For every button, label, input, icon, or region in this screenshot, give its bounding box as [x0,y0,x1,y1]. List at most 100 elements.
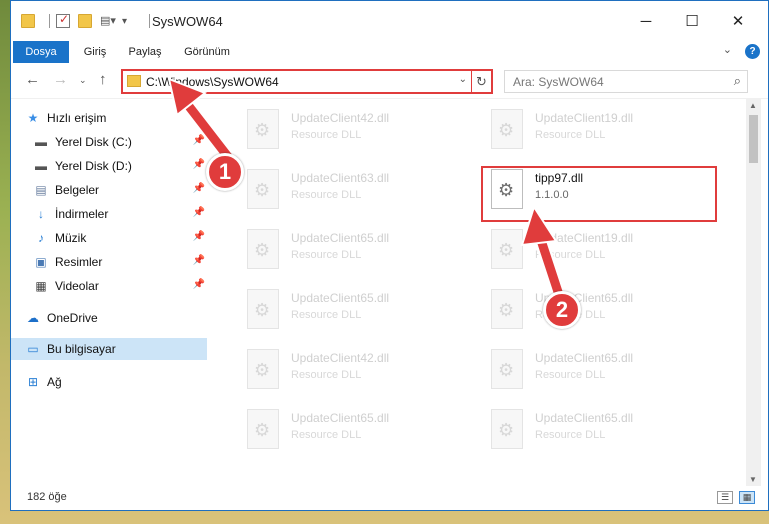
network-icon: ⊞ [27,375,39,389]
sidebar-item-label: OneDrive [47,311,98,325]
help-icon[interactable]: ? [745,44,760,59]
ribbon-tabs: Dosya Giriş Paylaş Görünüm ⌄ ? [11,41,768,63]
folder-icon [127,75,141,87]
file-description: Resource DLL [291,369,362,381]
file-item[interactable]: UpdateClient65.dll Resource DLL [221,281,451,335]
sidebar-item-label: İndirmeler [55,207,109,221]
drive-icon: ▬ [35,135,47,149]
scroll-down-icon[interactable]: ▼ [749,475,757,484]
sidebar-item-label: Resimler [55,255,103,269]
dll-file-icon [247,349,279,389]
close-button[interactable]: ✕ [715,1,761,41]
back-button[interactable]: ← [25,71,40,88]
sidebar-item-pictures[interactable]: ▣ Resimler 📌 [33,251,209,273]
sidebar-item-label: Videolar [55,279,99,293]
minimize-button[interactable]: ─ [623,1,669,41]
dll-file-icon [247,109,279,149]
tab-home[interactable]: Giriş [77,41,113,63]
quick-access-toolbar: ▤▾ ▾ [21,12,127,30]
search-input[interactable]: Ara: SysWOW64 ⌕ [504,70,748,93]
large-icons-view-icon[interactable]: ▦ [739,491,755,504]
file-name: UpdateClient65.dll [291,411,390,425]
tab-view[interactable]: Görünüm [179,41,235,63]
computer-icon: ▭ [27,342,39,356]
scroll-up-icon[interactable]: ▲ [749,101,757,110]
sidebar-item-videos[interactable]: ▦ Videolar 📌 [33,275,209,297]
sidebar-item-label: Ağ [47,375,62,389]
sidebar-item-label: Bu bilgisayar [47,342,116,356]
recent-locations-icon[interactable]: ⌄ [79,75,87,86]
file-item[interactable]: UpdateClient19.dll Resource DLL [465,101,695,155]
dll-file-icon [247,289,279,329]
file-description: Resource DLL [291,189,362,201]
dll-file-icon [247,409,279,449]
sidebar-item-label: Belgeler [55,183,100,197]
pin-icon: 📌 [192,255,205,266]
scrollbar-thumb[interactable] [749,115,758,163]
file-item[interactable]: UpdateClient19.dll Resource DLL [465,221,695,275]
file-name: UpdateClient65.dll [291,291,390,305]
sidebar-item-onedrive[interactable]: ☁ OneDrive [25,307,221,329]
drive-icon: ▬ [35,159,47,173]
file-name: UpdateClient63.dll [291,171,390,185]
music-icon: ♪ [38,231,44,245]
file-item[interactable]: UpdateClient65.dll Resource DLL [465,341,695,395]
address-row: ← → ⌄ ↑ C:\Windows\SysWOW64 ⌄ ↻ Ara: Sys… [11,63,768,99]
file-list: UpdateClient42.dll Resource DLL UpdateCl… [209,99,746,486]
dll-file-icon [491,349,523,389]
explorer-window: ▤▾ ▾ SysWOW64 ─ ☐ ✕ Dosya Giriş Paylaş G… [10,0,769,511]
dll-file-icon [491,109,523,149]
file-item[interactable]: UpdateClient63.dll Resource DLL [221,161,451,215]
file-item[interactable]: UpdateClient65.dll Resource DLL [221,401,451,455]
window-title: SysWOW64 [152,14,223,29]
refresh-button[interactable]: ↻ [471,69,491,94]
dll-file-icon [247,229,279,269]
tab-share[interactable]: Paylaş [123,41,167,63]
details-view-icon[interactable]: ☰ [717,491,733,504]
sidebar-item-downloads[interactable]: ↓ İndirmeler 📌 [33,203,209,225]
pin-icon: 📌 [192,279,205,290]
forward-button[interactable]: → [53,71,68,88]
pin-icon: 📌 [192,183,205,194]
file-description: Resource DLL [291,129,362,141]
chevron-down-icon[interactable]: ⌄ [459,74,467,85]
sidebar-item-label: Yerel Disk (D:) [55,159,132,173]
folder-icon [21,14,35,28]
file-name: UpdateClient65.dll [535,351,634,365]
file-name: UpdateClient42.dll [291,351,390,365]
star-icon: ★ [27,111,39,125]
file-description: Resource DLL [291,429,362,441]
file-description: Resource DLL [535,369,606,381]
properties-icon[interactable] [56,12,70,28]
dll-file-icon [247,169,279,209]
pictures-icon: ▣ [35,255,47,269]
toolbar-chevron-icon[interactable]: ▾ [122,16,127,27]
tab-file[interactable]: Dosya [13,41,69,63]
file-description: Resource DLL [535,429,606,441]
expand-ribbon-icon[interactable]: ⌄ [723,43,732,56]
sidebar-item-this-pc[interactable]: ▭ Bu bilgisayar [11,338,207,360]
file-item[interactable]: UpdateClient42.dll Resource DLL [221,341,451,395]
cloud-icon: ☁ [27,311,39,325]
up-button[interactable]: ↑ [99,71,107,88]
sidebar-item-music[interactable]: ♪ Müzik 📌 [33,227,209,249]
sidebar-item-network[interactable]: ⊞ Ağ [25,371,221,393]
file-name: UpdateClient19.dll [535,111,634,125]
file-description: Resource DLL [291,309,362,321]
pin-icon: 📌 [192,231,205,242]
status-bar: 182 öğe ☰ ▦ [11,486,768,510]
vertical-scrollbar[interactable]: ▲ ▼ [746,99,761,486]
file-name: UpdateClient65.dll [535,411,634,425]
file-item[interactable]: UpdateClient65.dll Resource DLL [221,221,451,275]
file-item[interactable]: UpdateClient65.dll Resource DLL [465,401,695,455]
new-folder-icon[interactable] [78,14,92,28]
maximize-button[interactable]: ☐ [669,1,715,41]
sidebar-item-label: Müzik [55,231,87,245]
step-1-badge: 1 [206,153,244,191]
file-item[interactable]: UpdateClient42.dll Resource DLL [221,101,451,155]
customize-toolbar-icon[interactable]: ▤▾ [100,14,116,28]
sidebar-item-label: Hızlı erişim [47,111,107,125]
dll-file-icon [491,409,523,449]
sidebar-item-documents[interactable]: ▤ Belgeler 📌 [33,179,209,201]
title-bar: ▤▾ ▾ SysWOW64 ─ ☐ ✕ [11,1,768,41]
